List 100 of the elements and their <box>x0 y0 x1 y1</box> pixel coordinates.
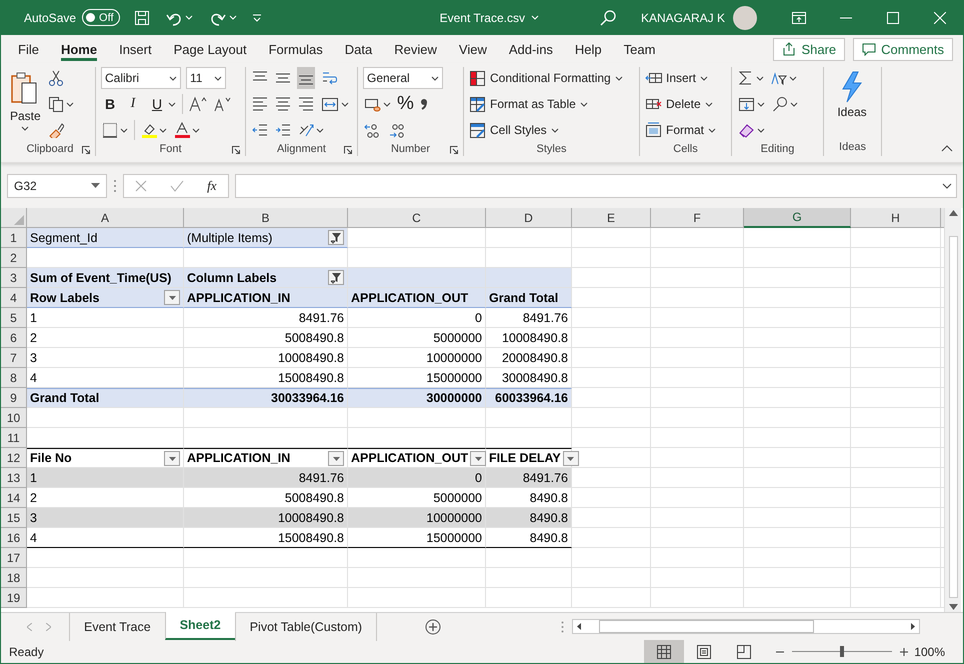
drag-handle-icon[interactable] <box>561 620 564 632</box>
close-icon[interactable] <box>934 12 946 24</box>
minimize-icon[interactable] <box>840 16 852 18</box>
ribbon-tab[interactable]: Page Layout <box>162 35 258 63</box>
caret-icon[interactable] <box>580 100 588 108</box>
scissors-icon[interactable] <box>48 70 64 86</box>
ribbon-tab[interactable]: Add-ins <box>498 35 564 63</box>
share-button[interactable]: Share <box>773 38 846 60</box>
scroll-thumb[interactable] <box>599 620 814 633</box>
ribbon-tab[interactable]: Home <box>50 35 108 63</box>
column-header[interactable]: F <box>651 208 744 228</box>
dialog-launcher-icon[interactable] <box>82 146 90 154</box>
caret-icon[interactable] <box>757 100 765 108</box>
row-header[interactable]: 4 <box>1 288 27 308</box>
dropdown-icon[interactable] <box>91 183 100 188</box>
caret-icon[interactable] <box>169 74 177 82</box>
sort-filter-icon[interactable] <box>771 70 787 86</box>
ribbon-tab[interactable]: Help <box>564 35 613 63</box>
conditional-formatting-button[interactable]: Conditional Formatting <box>469 67 623 89</box>
decrease-indent-icon[interactable] <box>252 122 268 138</box>
row-header[interactable]: 13 <box>1 468 27 488</box>
font-size-field[interactable]: 11 <box>186 67 226 89</box>
caret-icon[interactable] <box>21 125 30 132</box>
row-header[interactable]: 16 <box>1 528 27 548</box>
column-header[interactable]: G <box>744 208 851 228</box>
dialog-launcher-icon[interactable] <box>232 146 240 154</box>
caret-icon[interactable] <box>192 126 200 134</box>
collapse-ribbon-icon[interactable] <box>941 145 953 152</box>
fill-down-icon[interactable] <box>738 96 755 112</box>
caret-icon[interactable] <box>757 126 765 134</box>
caret-icon[interactable] <box>120 126 128 134</box>
column-header[interactable]: D <box>486 208 572 228</box>
caret-icon[interactable] <box>316 126 324 134</box>
view-button[interactable] <box>644 640 684 663</box>
increase-font-size-icon[interactable] <box>188 96 208 112</box>
row-header[interactable]: 5 <box>1 308 27 328</box>
ribbon-tab[interactable]: Insert <box>108 35 163 63</box>
number-format-field[interactable]: General <box>363 67 443 89</box>
row-header[interactable]: 2 <box>1 248 27 268</box>
row-header[interactable]: 7 <box>1 348 27 368</box>
format-button[interactable]: Format <box>645 119 716 141</box>
dropdown-button[interactable] <box>562 450 579 466</box>
row-header[interactable]: 9 <box>1 388 27 408</box>
add-sheet-icon[interactable] <box>425 618 442 634</box>
scroll-thumb[interactable] <box>948 236 958 598</box>
cell-styles-button[interactable]: Cell Styles <box>469 119 623 141</box>
eraser-icon[interactable] <box>738 122 755 138</box>
insert-function-button[interactable]: fx <box>207 178 217 194</box>
orientation-icon[interactable] <box>298 122 314 138</box>
row-header[interactable]: 14 <box>1 488 27 508</box>
expand-icon[interactable] <box>942 182 952 188</box>
align-right-icon[interactable] <box>298 96 314 112</box>
bold-button[interactable]: B <box>101 96 119 112</box>
underline-button[interactable]: U <box>148 96 166 112</box>
find-icon[interactable] <box>772 96 788 112</box>
comma-style-icon[interactable] <box>418 97 429 111</box>
delete-button[interactable]: Delete <box>645 93 716 115</box>
ribbon-tab[interactable]: Formulas <box>258 35 334 63</box>
zoom-level[interactable]: 100% <box>914 644 945 658</box>
row-header[interactable]: 15 <box>1 508 27 528</box>
align-center-icon[interactable] <box>275 96 291 112</box>
dropdown-button[interactable] <box>164 290 180 305</box>
format-painter-icon[interactable] <box>48 122 64 138</box>
column-header[interactable]: E <box>572 208 651 228</box>
fill-color-icon[interactable] <box>141 122 157 138</box>
decrease-font-size-icon[interactable] <box>213 96 231 112</box>
check-icon[interactable] <box>170 180 184 192</box>
column-header[interactable]: C <box>348 208 486 228</box>
caret-icon[interactable] <box>704 100 713 108</box>
caret-icon[interactable] <box>790 100 798 108</box>
sum-icon[interactable] <box>738 70 754 86</box>
comments-button[interactable]: Comments <box>853 38 953 60</box>
borders-icon[interactable] <box>102 122 118 138</box>
caret-icon[interactable] <box>66 100 74 108</box>
filter-button[interactable] <box>328 270 344 285</box>
column-header[interactable]: B <box>184 208 348 228</box>
avatar[interactable] <box>733 6 757 30</box>
ribbon-display-icon[interactable] <box>792 12 806 24</box>
scroll-up-icon[interactable] <box>948 210 958 216</box>
name-box[interactable]: G32 <box>7 174 107 198</box>
sheet-tab[interactable]: Sheet2 <box>164 612 235 640</box>
row-header[interactable]: 12 <box>1 448 27 468</box>
caret-icon[interactable] <box>708 126 716 134</box>
font-name-field[interactable]: Calibri <box>101 67 181 89</box>
customize-icon[interactable] <box>252 12 262 22</box>
ribbon-tab[interactable]: Team <box>612 35 666 63</box>
filter-button[interactable] <box>328 230 344 245</box>
sheet-tab[interactable]: Pivot Table(Custom) <box>234 612 378 640</box>
scroll-down-icon[interactable] <box>948 604 958 610</box>
caret-icon[interactable] <box>214 74 222 82</box>
dropdown-button[interactable] <box>470 450 486 466</box>
row-header[interactable]: 17 <box>1 548 27 568</box>
font-color-icon[interactable] <box>174 122 190 138</box>
caret-icon[interactable] <box>431 74 439 82</box>
align-left-icon[interactable] <box>252 96 268 112</box>
wrap-text-icon[interactable] <box>321 70 337 86</box>
caret-icon[interactable] <box>756 74 764 82</box>
format-as-table-button[interactable]: Format as Table <box>469 93 623 115</box>
row-header[interactable]: 3 <box>1 268 27 288</box>
percent-button[interactable]: % <box>397 93 414 115</box>
